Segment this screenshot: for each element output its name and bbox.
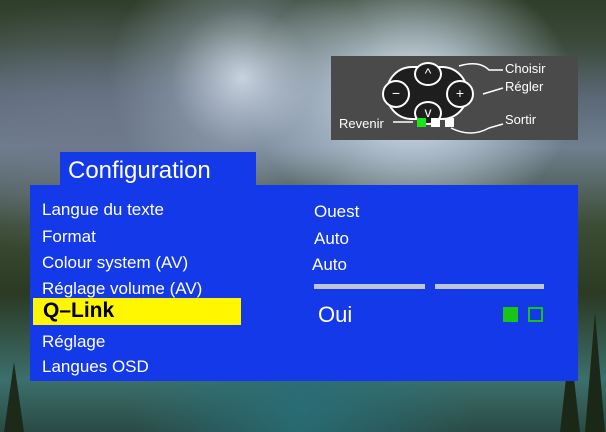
menu-item-q-link[interactable]: Q–Link — [33, 298, 241, 325]
green-indicator-icon — [417, 118, 426, 127]
revenir-label: Revenir — [339, 116, 384, 131]
help-panel: ^ v − + Choisir Régler Revenir Sortir — [331, 56, 578, 140]
status-outline-square-icon — [528, 307, 543, 322]
status-filled-square-icon — [503, 307, 518, 322]
menu-item-reglage-volume[interactable]: Réglage volume (AV) — [42, 279, 202, 299]
menu-item-langue-du-texte[interactable]: Langue du texte — [42, 200, 164, 220]
choisir-label: Choisir — [505, 61, 546, 76]
pine-tree-shape — [585, 312, 605, 432]
white-square-icon — [431, 118, 440, 127]
menu-item-reglage[interactable]: Réglage — [42, 332, 105, 352]
white-square-icon — [445, 118, 454, 127]
menu-title: Configuration — [68, 157, 211, 184]
menu-item-langues-osd[interactable]: Langues OSD — [42, 357, 149, 377]
value-langue-du-texte: Ouest — [314, 202, 360, 221]
pine-tree-shape — [4, 362, 24, 432]
q-link-label: Q–Link — [43, 299, 115, 322]
configuration-menu: Langue du texte Format Colour system (AV… — [30, 185, 578, 381]
value-q-link: Oui — [318, 302, 353, 327]
sortir-label: Sortir — [505, 112, 537, 127]
volume-bar-right — [435, 284, 544, 289]
menu-item-format[interactable]: Format — [42, 227, 96, 247]
menu-title-tab: Configuration — [60, 152, 256, 188]
value-colour-system: Auto — [312, 255, 347, 274]
menu-item-colour-system[interactable]: Colour system (AV) — [42, 253, 188, 273]
regler-label: Régler — [505, 79, 544, 94]
value-format: Auto — [314, 229, 349, 248]
volume-bar-left — [314, 284, 425, 289]
